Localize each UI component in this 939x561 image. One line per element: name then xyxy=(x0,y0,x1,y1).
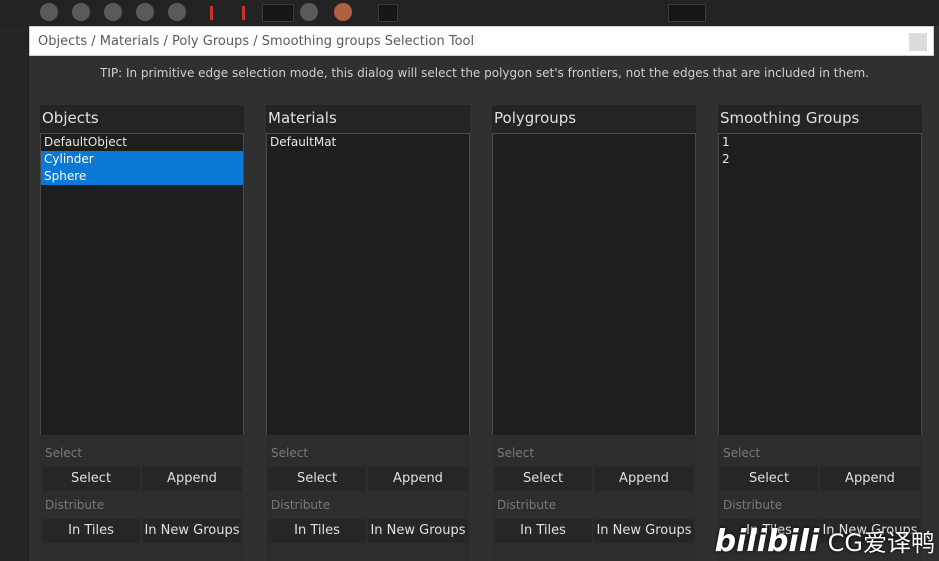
list-item[interactable]: 2 xyxy=(719,151,921,168)
in-new-groups-button[interactable]: In New Groups xyxy=(594,519,694,543)
select-button[interactable]: Select xyxy=(494,467,592,491)
panel-title: Smoothing Groups xyxy=(720,109,860,127)
in-tiles-button[interactable]: In Tiles xyxy=(494,519,592,543)
panel-title: Polygroups xyxy=(494,109,577,127)
toolbar-brush-icon[interactable] xyxy=(168,3,186,21)
breadcrumb: Objects / Materials / Poly Groups / Smoo… xyxy=(38,34,475,49)
objects-listbox[interactable]: DefaultObject Cylinder Sphere xyxy=(40,133,244,437)
objects-panel: Objects DefaultObject Cylinder Sphere Se… xyxy=(40,105,244,561)
panel-controls: Select Select Append Distribute In Tiles… xyxy=(40,435,244,561)
append-button[interactable]: Append xyxy=(368,467,468,491)
in-tiles-button[interactable]: In Tiles xyxy=(42,519,140,543)
panel-title: Objects xyxy=(42,109,99,127)
app-side-shelf xyxy=(0,28,28,561)
select-section-label: Select xyxy=(497,446,535,460)
select-button[interactable]: Select xyxy=(720,467,818,491)
selection-tool-dialog: Objects / Materials / Poly Groups / Smoo… xyxy=(28,26,939,561)
select-section-label: Select xyxy=(271,446,309,460)
distribute-section-label: Distribute xyxy=(45,498,105,512)
toolbar-material-icon[interactable] xyxy=(300,3,318,21)
panel-controls: Select Select Append Distribute In Tiles… xyxy=(266,435,470,561)
toolbar-brush-icon[interactable] xyxy=(136,3,154,21)
append-button[interactable]: Append xyxy=(820,467,920,491)
toolbar-color-icon[interactable] xyxy=(334,3,352,21)
close-button[interactable] xyxy=(909,33,927,51)
toolbar-swatch[interactable] xyxy=(262,4,294,22)
toolbar-marker-icon[interactable] xyxy=(242,6,245,20)
polygroups-listbox[interactable] xyxy=(492,133,696,437)
in-new-groups-button[interactable]: In New Groups xyxy=(142,519,242,543)
select-button[interactable]: Select xyxy=(268,467,366,491)
list-item[interactable]: DefaultMat xyxy=(267,134,469,151)
watermark: bilibili CG爱译鸭 xyxy=(715,523,935,559)
smoothing-groups-panel: Smoothing Groups 1 2 Select Select Appen… xyxy=(718,105,922,561)
select-button[interactable]: Select xyxy=(42,467,140,491)
list-item[interactable]: Cylinder xyxy=(41,151,243,168)
tip-text: TIP: In primitive edge selection mode, t… xyxy=(100,66,869,80)
distribute-section-label: Distribute xyxy=(497,498,557,512)
append-button[interactable]: Append xyxy=(594,467,694,491)
panel-title: Materials xyxy=(268,109,337,127)
distribute-section-label: Distribute xyxy=(271,498,331,512)
toolbar-brush-icon[interactable] xyxy=(72,3,90,21)
materials-listbox[interactable]: DefaultMat xyxy=(266,133,470,437)
polygroups-panel: Polygroups Select Select Append Distribu… xyxy=(492,105,696,561)
in-new-groups-button[interactable]: In New Groups xyxy=(368,519,468,543)
select-section-label: Select xyxy=(45,446,83,460)
smoothing-groups-listbox[interactable]: 1 2 xyxy=(718,133,922,437)
bilibili-logo: bilibili xyxy=(714,524,820,559)
toolbar-sphere-icon[interactable] xyxy=(40,3,58,21)
append-button[interactable]: Append xyxy=(142,467,242,491)
dialog-titlebar: Objects / Materials / Poly Groups / Smoo… xyxy=(29,26,934,56)
list-item[interactable]: 1 xyxy=(719,134,921,151)
toolbar-slot[interactable] xyxy=(378,4,398,22)
select-section-label: Select xyxy=(723,446,761,460)
toolbar-slot[interactable] xyxy=(668,4,706,22)
app-toolbar xyxy=(0,0,939,28)
panel-controls: Select Select Append Distribute In Tiles… xyxy=(492,435,696,561)
watermark-text: CG爱译鸭 xyxy=(827,529,935,557)
toolbar-marker-icon[interactable] xyxy=(210,6,213,20)
list-item[interactable]: Sphere xyxy=(41,168,243,185)
toolbar-brush-icon[interactable] xyxy=(104,3,122,21)
in-tiles-button[interactable]: In Tiles xyxy=(268,519,366,543)
distribute-section-label: Distribute xyxy=(723,498,783,512)
list-item[interactable]: DefaultObject xyxy=(41,134,243,151)
materials-panel: Materials DefaultMat Select Select Appen… xyxy=(266,105,470,561)
